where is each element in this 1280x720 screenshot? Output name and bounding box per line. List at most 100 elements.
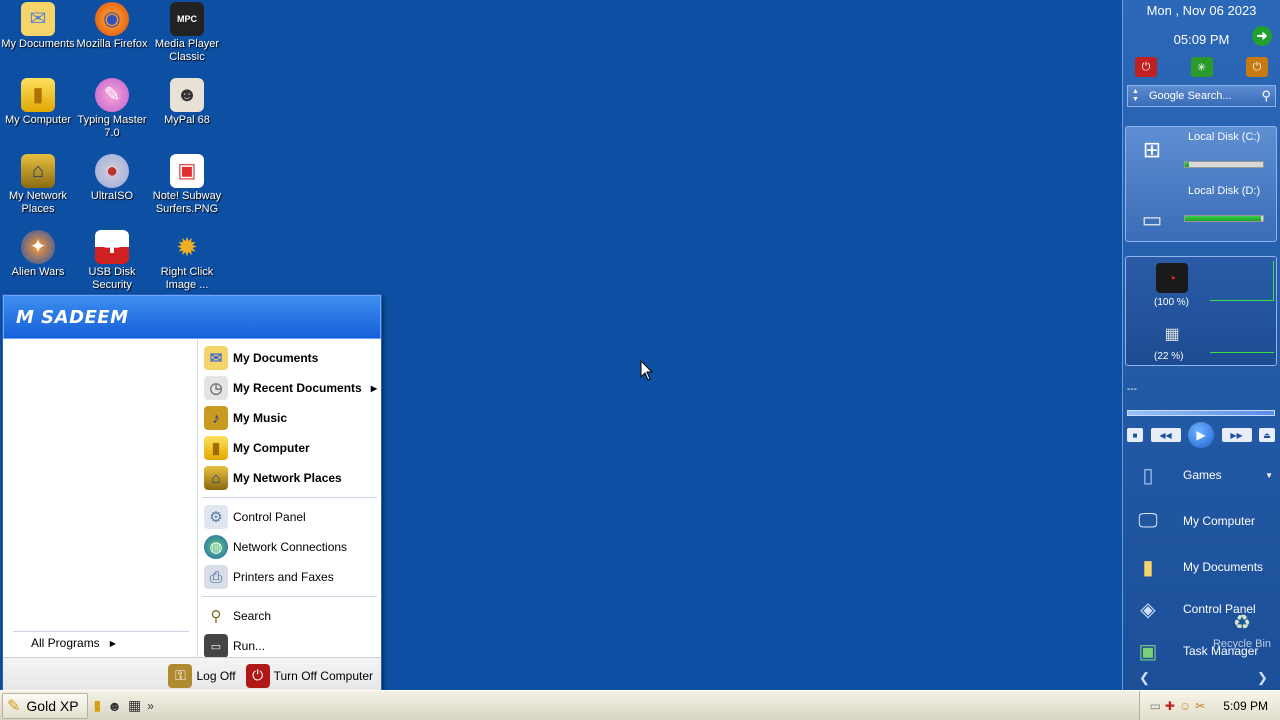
sidebar-power-buttons: ⏻ ✳ ⏻ bbox=[1123, 57, 1280, 77]
previous-icon[interactable]: ◀◀ bbox=[1150, 428, 1181, 442]
cpu-percent: (100 %) bbox=[1154, 297, 1190, 308]
desktop-icon-my-documents[interactable]: ✉ My Documents bbox=[0, 2, 76, 51]
go-arrow-icon[interactable]: ➜ bbox=[1252, 26, 1272, 46]
run-icon: ▭ bbox=[204, 634, 228, 658]
desktop-icon-ultraiso[interactable]: ● UltraISO bbox=[74, 154, 150, 203]
disk-usage-panel: ⊞ Local Disk (C:) ▭ Local Disk (D:) bbox=[1125, 126, 1277, 242]
desktop-icon-alien-wars[interactable]: ✦ Alien Wars bbox=[0, 230, 76, 279]
media-player-quick-icon[interactable]: ▦ bbox=[128, 697, 141, 714]
music-folder-icon: ♪ bbox=[204, 406, 228, 430]
folder-docs-icon: ✉ bbox=[21, 2, 55, 36]
player-progress-bar[interactable] bbox=[1127, 410, 1275, 416]
taskbar: ✎ Gold XP ▮ ☻ ▦ » ▭ ✚ ☺ ✂ 5:09 PM bbox=[0, 690, 1280, 720]
windows-drive-icon: ⊞ bbox=[1142, 137, 1162, 162]
network-places-icon: ⌂ bbox=[21, 154, 55, 188]
recycle-bin[interactable]: ♻ Recycle Bin bbox=[1211, 610, 1273, 650]
globe-network-icon: ◍ bbox=[204, 535, 228, 559]
shield-icon: ✚ bbox=[95, 230, 129, 264]
games-folder-icon: ▯ bbox=[1142, 464, 1154, 487]
player-controls: ■ ◀◀ ▶ ▶▶ ⏏ bbox=[1127, 422, 1275, 448]
taskbar-clock[interactable]: 5:09 PM bbox=[1223, 699, 1268, 713]
turn-off-computer-button[interactable]: ⏻ Turn Off Computer bbox=[245, 663, 373, 688]
cpu-gauge-icon: ◔ bbox=[1156, 263, 1188, 293]
start-logo-icon: ✎ bbox=[7, 697, 21, 715]
key-icon: ⚿ bbox=[168, 663, 193, 688]
gear-icon: ✹ bbox=[176, 232, 198, 262]
sidebar-date: Mon , Nov 06 2023 bbox=[1146, 3, 1257, 18]
log-off-button[interactable]: ⚿ Log Off bbox=[168, 663, 236, 688]
sidebar-gadgets: Mon , Nov 06 2023 05:09 PM ➜ ⏻ ✳ ⏻ ▲ ▼ Go… bbox=[1122, 0, 1280, 690]
disk-c-label: Local Disk (C:) bbox=[1188, 131, 1261, 143]
quick-launch-more[interactable]: » bbox=[147, 699, 154, 713]
sidebar-link-games[interactable]: ▯ Games ▼ bbox=[1133, 460, 1273, 490]
play-icon[interactable]: ▶ bbox=[1188, 422, 1214, 448]
menu-item-my-recent-documents[interactable]: ◷ My Recent Documents ▶ bbox=[198, 373, 381, 403]
desktop-icon-usb-disk-security[interactable]: ✚ USB Disk Security bbox=[74, 230, 150, 292]
my-computer-quick-icon[interactable]: ▮ bbox=[94, 697, 102, 714]
tray-tools-icon[interactable]: ✂ bbox=[1195, 699, 1205, 713]
menu-item-network-connections[interactable]: ◍ Network Connections bbox=[198, 532, 381, 562]
menu-item-my-music[interactable]: ♪ My Music bbox=[198, 403, 381, 433]
quick-launch: ▮ ☻ ▦ » bbox=[94, 697, 154, 714]
computer-icon: ▮ bbox=[21, 78, 55, 112]
task-manager-icon: ▣ bbox=[1138, 640, 1158, 663]
disk-d-label: Local Disk (D:) bbox=[1188, 185, 1261, 197]
search-scroll-arrows-icon[interactable]: ▲ ▼ bbox=[1132, 88, 1139, 104]
start-menu-header: M SADEEM bbox=[3, 295, 381, 339]
disc-icon: ● bbox=[95, 154, 129, 188]
google-search-box[interactable]: ▲ ▼ Google Search... ⚲ bbox=[1127, 85, 1276, 107]
menu-item-my-computer[interactable]: ▮ My Computer bbox=[198, 433, 381, 463]
eject-icon[interactable]: ⏏ bbox=[1259, 428, 1275, 442]
desktop-icon-my-network-places[interactable]: ⌂ My Network Places bbox=[0, 154, 76, 216]
stop-icon[interactable]: ■ bbox=[1127, 428, 1143, 442]
sidebar-prev-icon[interactable]: ❮ bbox=[1139, 670, 1150, 686]
restart-icon[interactable]: ✳ bbox=[1190, 57, 1213, 77]
mouse-cursor bbox=[640, 360, 654, 381]
image-file-icon: ▣ bbox=[170, 154, 204, 188]
menu-item-my-documents[interactable]: ✉ My Documents bbox=[198, 343, 381, 373]
sidebar-link-my-documents[interactable]: ▮ My Documents bbox=[1133, 552, 1273, 582]
shutdown-icon[interactable]: ⏻ bbox=[1135, 57, 1157, 77]
desktop-icon-right-click-image[interactable]: ✹ Right Click Image ... bbox=[149, 230, 225, 292]
menu-item-my-network-places[interactable]: ⌂ My Network Places bbox=[198, 463, 381, 493]
desktop-icon-media-player-classic[interactable]: MPC Media Player Classic bbox=[149, 2, 225, 64]
desktop-icon-firefox[interactable]: ◉ Mozilla Firefox bbox=[74, 2, 150, 51]
desktop-icon-typing-master[interactable]: ✎ Typing Master 7.0 bbox=[74, 78, 150, 140]
start-menu-footer: ⚿ Log Off ⏻ Turn Off Computer bbox=[3, 657, 381, 693]
menu-item-control-panel[interactable]: ⚙ Control Panel bbox=[198, 502, 381, 532]
computer-icon: 🖵 bbox=[1138, 509, 1158, 532]
tray-smiley-icon[interactable]: ☺ bbox=[1179, 699, 1191, 713]
system-tray: ▭ ✚ ☺ ✂ 5:09 PM bbox=[1138, 691, 1280, 720]
menu-item-printers-and-faxes[interactable]: ⎙ Printers and Faxes bbox=[198, 562, 381, 592]
tray-app-icon[interactable]: ▭ bbox=[1150, 699, 1161, 713]
all-programs-button[interactable]: All Programs ▶ bbox=[13, 631, 189, 650]
control-panel-icon: ⚙ bbox=[204, 505, 228, 529]
menu-item-search[interactable]: ⚲ Search bbox=[198, 601, 381, 631]
desktop-icon-my-computer[interactable]: ▮ My Computer bbox=[0, 78, 76, 127]
raccoon-icon: ☻ bbox=[170, 78, 204, 112]
standby-icon[interactable]: ⏻ bbox=[1246, 57, 1268, 77]
network-places-icon: ⌂ bbox=[204, 466, 228, 490]
next-icon[interactable]: ▶▶ bbox=[1221, 428, 1252, 442]
menu-separator bbox=[202, 596, 377, 597]
disk-d-fill bbox=[1185, 216, 1262, 221]
start-menu: M SADEEM ✉ My Documents ◷ My Recent Docu… bbox=[2, 294, 382, 694]
dropdown-arrow-icon[interactable]: ▼ bbox=[1265, 471, 1273, 480]
disk-d-bar bbox=[1184, 215, 1264, 222]
tray-shield-icon[interactable]: ✚ bbox=[1165, 699, 1175, 713]
search-icon: ⚲ bbox=[210, 608, 222, 625]
player-title: --- bbox=[1127, 384, 1137, 395]
start-menu-places: ✉ My Documents ◷ My Recent Documents ▶ ♪… bbox=[197, 339, 381, 658]
sidebar-next-icon[interactable]: ❯ bbox=[1257, 670, 1268, 686]
printer-icon: ⎙ bbox=[204, 565, 228, 589]
recycle-bin-icon: ♻ bbox=[1233, 612, 1251, 634]
typing-master-icon: ✎ bbox=[95, 78, 129, 112]
desktop-icon-mypal[interactable]: ☻ MyPal 68 bbox=[149, 78, 225, 127]
start-button[interactable]: ✎ Gold XP bbox=[2, 692, 88, 719]
sidebar-link-my-computer[interactable]: 🖵 My Computer bbox=[1133, 506, 1273, 536]
ram-chip-icon: ▦ bbox=[1164, 326, 1180, 343]
raccoon-quick-icon[interactable]: ☻ bbox=[107, 698, 122, 714]
folder-docs-icon: ▮ bbox=[1142, 556, 1154, 579]
search-icon[interactable]: ⚲ bbox=[1261, 88, 1271, 104]
desktop-icon-note-subway-surfers[interactable]: ▣ Note! Subway Surfers.PNG bbox=[149, 154, 225, 216]
